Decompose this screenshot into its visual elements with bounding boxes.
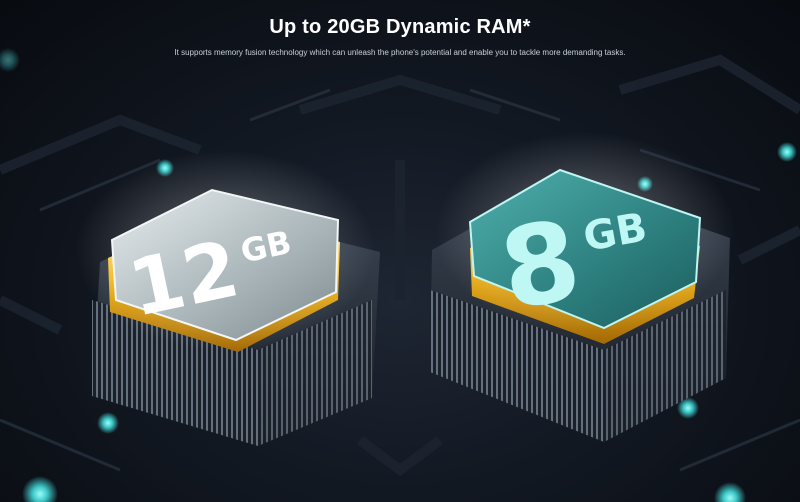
ram-promo-banner: 12 GB 8 GB Up to 20GB Dynamic RAM* It su… [0,0,800,502]
glow-dot [22,476,58,502]
circuit-board-illustration: 12 GB 8 GB [0,48,800,502]
glow-dot [97,412,119,434]
chip-12gb: 12 GB [75,150,380,446]
feature-description: It supports memory fusion technology whi… [174,48,626,57]
glow-dot [714,482,746,502]
chip-8gb: 8 GB [430,132,735,442]
glow-dot [777,142,797,162]
page-title: Up to 20GB Dynamic RAM* [269,16,531,38]
